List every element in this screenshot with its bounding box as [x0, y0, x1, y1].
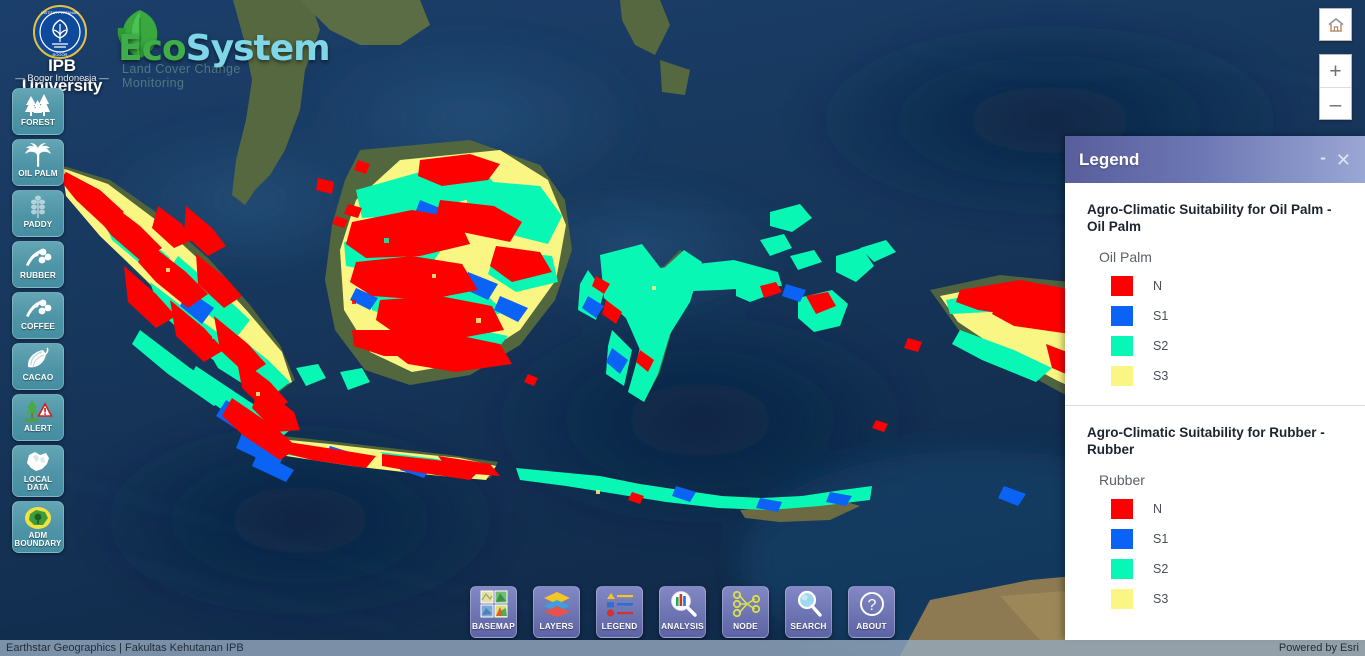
layers-icon	[542, 587, 572, 621]
rail-label-forest: FOREST	[20, 118, 56, 127]
toolbar-label-search: SEARCH	[790, 621, 827, 631]
legend-color-swatch	[1111, 499, 1133, 519]
toolbar-button-about[interactable]: ? ABOUT	[848, 586, 895, 638]
legend-swatch-row: S2	[1111, 558, 1343, 580]
legend-color-swatch	[1111, 559, 1133, 579]
toolbar-button-search[interactable]: SEARCH	[785, 586, 832, 638]
about-icon: ?	[858, 587, 886, 621]
paddy-icon	[13, 191, 63, 221]
toolbar-label-layers: LAYERS	[539, 621, 574, 631]
rail-item-alert[interactable]: ALERT	[12, 394, 64, 441]
legend-section-title: Agro-Climatic Suitability for Rubber -Ru…	[1087, 425, 1325, 457]
legend-color-swatch	[1111, 276, 1133, 296]
analysis-icon	[668, 587, 698, 621]
rail-label-adm-boundary: ADM BOUNDARY	[14, 531, 62, 549]
rail-label-coffee: COFFEE	[20, 322, 56, 331]
toolbar-label-node: NODE	[733, 621, 758, 631]
legend-panel: Legend - ✕ Agro-Climatic Suitability for…	[1065, 136, 1365, 640]
rail-item-local-data[interactable]: LOCAL DATA	[12, 445, 64, 497]
legend-swatch-row: S1	[1111, 528, 1343, 550]
toolbar-button-basemap[interactable]: BASEMAP	[470, 586, 517, 638]
legend-section-subtitle: Oil Palm	[1099, 249, 1152, 265]
rail-item-coffee[interactable]: COFFEE	[12, 292, 64, 339]
forest-icon	[13, 89, 63, 119]
legend-swatch-row: S3	[1111, 588, 1343, 610]
rail-item-paddy[interactable]: PADDY	[12, 190, 64, 237]
rail-item-forest[interactable]: FOREST	[12, 88, 64, 135]
legend-section-oil-palm: Agro-Climatic Suitability for Oil Palm -…	[1065, 183, 1365, 405]
coffee-icon	[13, 293, 63, 323]
legend-swatch-label: S2	[1153, 562, 1169, 576]
legend-section-title: Agro-Climatic Suitability for Oil Palm -…	[1087, 202, 1332, 234]
rail-label-paddy: PADDY	[23, 220, 53, 229]
legend-color-swatch	[1111, 366, 1133, 386]
home-icon	[1328, 17, 1343, 32]
toolbar-label-basemap: BASEMAP	[472, 621, 515, 631]
legend-color-swatch	[1111, 589, 1133, 609]
rail-label-alert: ALERT	[23, 424, 53, 433]
minimize-icon[interactable]: -	[1320, 149, 1326, 166]
legend-swatch-label: S3	[1153, 369, 1169, 383]
map-attribution: Earthstar Geographics | Fakultas Kehutan…	[6, 642, 244, 654]
node-icon	[731, 587, 761, 621]
oil-palm-icon	[13, 140, 63, 170]
adm-boundary-icon	[13, 502, 63, 532]
alert-icon	[13, 395, 63, 425]
legend-swatch-row: S1	[1111, 305, 1343, 327]
legend-swatch-label: N	[1153, 502, 1163, 516]
legend-color-swatch	[1111, 336, 1133, 356]
legend-swatch-label: S1	[1153, 309, 1169, 323]
map-home-button[interactable]	[1319, 8, 1352, 41]
legend-color-swatch	[1111, 306, 1133, 326]
rail-item-rubber[interactable]: RUBBER	[12, 241, 64, 288]
legend-swatch-row: S3	[1111, 365, 1343, 387]
search-icon	[795, 587, 823, 621]
toolbar-label-legend: LEGEND	[601, 621, 638, 631]
zoom-out-button[interactable]: –	[1320, 88, 1351, 121]
rail-label-oil-palm: OIL PALM	[18, 169, 58, 178]
toolbar-button-legend[interactable]: LEGEND	[596, 586, 643, 638]
legend-icon	[606, 587, 634, 621]
toolbar-button-node[interactable]: NODE	[722, 586, 769, 638]
legend-panel-title: Legend	[1079, 149, 1140, 169]
rail-label-cacao: CACAO	[22, 373, 54, 382]
rail-item-adm-boundary[interactable]: ADM BOUNDARY	[12, 501, 64, 553]
rail-label-rubber: RUBBER	[20, 271, 56, 280]
legend-swatch-label: S3	[1153, 592, 1169, 606]
legend-swatch-row: N	[1111, 498, 1343, 520]
toolbar-button-layers[interactable]: LAYERS	[533, 586, 580, 638]
legend-panel-header: Legend - ✕	[1065, 136, 1365, 183]
close-icon[interactable]: ✕	[1336, 151, 1351, 169]
legend-swatch-row: N	[1111, 275, 1343, 297]
legend-panel-body: Agro-Climatic Suitability for Oil Palm -…	[1065, 183, 1365, 640]
legend-color-swatch	[1111, 529, 1133, 549]
map-footer: Earthstar Geographics | Fakultas Kehutan…	[0, 640, 1365, 656]
rubber-icon	[13, 242, 63, 272]
legend-section-rubber: Agro-Climatic Suitability for Rubber -Ru…	[1065, 405, 1365, 628]
rail-item-oil-palm[interactable]: OIL PALM	[12, 139, 64, 186]
legend-swatch-label: S2	[1153, 339, 1169, 353]
legend-swatch-label: N	[1153, 279, 1163, 293]
toolbar-label-about: ABOUT	[856, 621, 887, 631]
basemap-icon	[480, 587, 508, 621]
legend-swatch-row: S2	[1111, 335, 1343, 357]
zoom-in-button[interactable]: +	[1320, 55, 1351, 88]
legend-section-subtitle: Rubber	[1099, 472, 1145, 488]
application-window: INSTITUT PERTANIAN BOGOR IPB University …	[0, 0, 1365, 656]
svg-text:?: ?	[867, 597, 876, 614]
layer-tool-rail: FOREST OIL PALM PADDY RUBBER COFFEE CACA…	[12, 88, 64, 553]
legend-swatch-label: S1	[1153, 532, 1169, 546]
cacao-icon	[13, 344, 63, 374]
toolbar-button-analysis[interactable]: ANALYSIS	[659, 586, 706, 638]
powered-by-label: Powered by Esri	[1278, 642, 1359, 654]
toolbar-label-analysis: ANALYSIS	[661, 621, 704, 631]
map-zoom-control: + –	[1319, 54, 1352, 120]
rail-item-cacao[interactable]: CACAO	[12, 343, 64, 390]
local-data-icon	[13, 446, 63, 476]
rail-label-local-data: LOCAL DATA	[23, 475, 53, 493]
